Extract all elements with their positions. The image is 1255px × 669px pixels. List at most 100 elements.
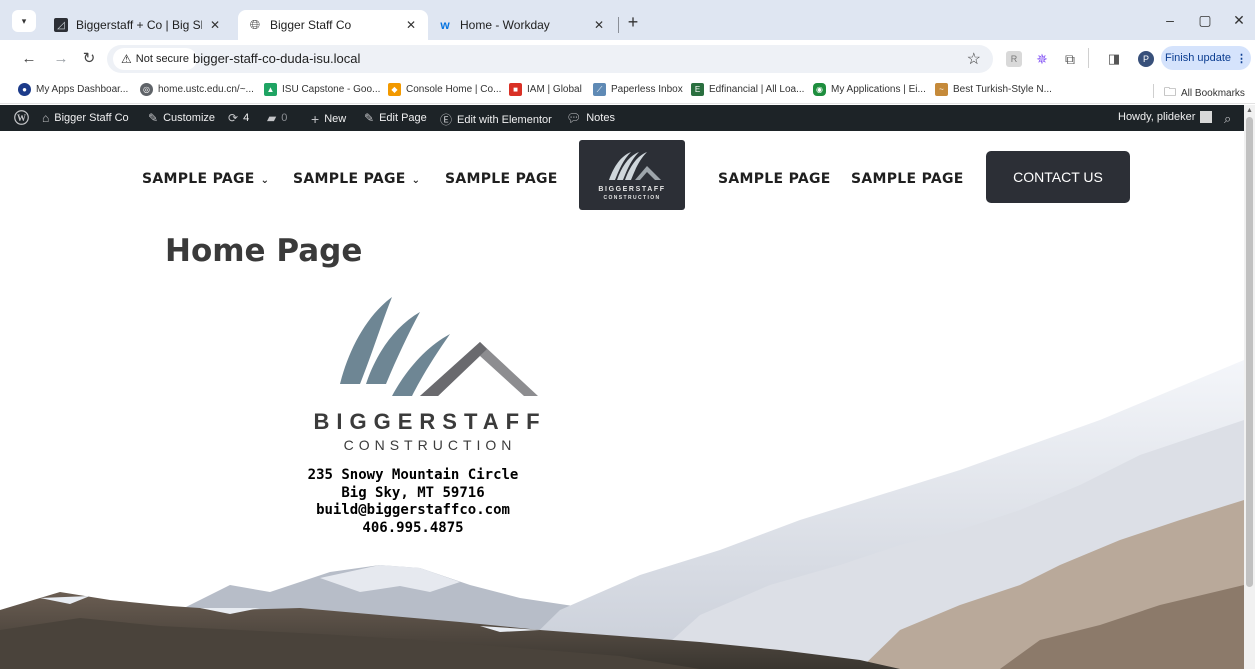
bookmark-best-turkish[interactable]: ~ Best Turkish-Style N... — [935, 83, 1052, 96]
globe-icon: 🌐︎ — [249, 17, 261, 32]
nav-label: SAMPLE PAGE — [445, 171, 558, 187]
back-arrow-icon[interactable]: ← — [20, 51, 38, 67]
all-bookmarks-button[interactable]: 🗀︎ All Bookmarks — [1164, 83, 1245, 104]
mountain-stripes-icon — [609, 152, 661, 180]
bookmark-console-home[interactable]: ◆ Console Home | Co... — [388, 83, 501, 96]
admin-notes[interactable]: 💬︎ Notes — [566, 111, 615, 125]
page-title: Home Page — [165, 233, 363, 269]
bookmark-label: Console Home | Co... — [406, 84, 502, 95]
bookmark-label: Best Turkish-Style N... — [953, 84, 1052, 95]
tab-title: Bigger Staff Co — [270, 18, 352, 32]
bookmark-isu-capstone[interactable]: ▲ ISU Capstone - Goo... — [264, 83, 380, 96]
folder-icon: 🗀︎ — [1164, 85, 1177, 99]
admin-edit-elementor[interactable]: Ⓔ Edit with Elementor — [440, 111, 552, 128]
contact-us-button[interactable]: CONTACT US — [986, 151, 1130, 203]
security-label: Not secure — [135, 53, 189, 65]
bookmarks-bar: ● My Apps Dashboar... ◎ home.ustc.edu.cn… — [0, 78, 1255, 104]
kebab-menu-icon: ⋮ — [1236, 52, 1248, 65]
wp-admin-bar: W ⌂ Bigger Staff Co ✎ Customize ⟳ 4 ▰ 0 … — [0, 105, 1255, 131]
admin-comments[interactable]: ▰ 0 — [267, 111, 287, 125]
minimize-button[interactable]: – — [1160, 12, 1180, 28]
tab-divider — [618, 17, 619, 33]
globe-icon: ◎ — [140, 83, 153, 96]
bookmark-label: Paperless Inbox — [611, 84, 683, 95]
admin-search[interactable]: ⌕ — [1224, 111, 1231, 127]
close-icon[interactable]: ✕ — [208, 18, 222, 32]
admin-site-link[interactable]: ⌂ Bigger Staff Co — [42, 111, 129, 125]
logo-wordmark: BIGGERSTAFF — [598, 186, 666, 193]
bookmarks-divider — [1153, 84, 1154, 98]
applications-icon: ◉ — [813, 83, 826, 96]
admin-account[interactable]: Howdy, plideker — [1118, 111, 1213, 123]
bookmark-edfinancial[interactable]: E Edfinancial | All Loa... — [691, 83, 804, 96]
bookmark-label: ISU Capstone - Goo... — [282, 84, 381, 95]
admin-new[interactable]: + New — [311, 111, 346, 127]
site-name: Bigger Staff Co — [54, 112, 129, 124]
bookmark-star-icon[interactable]: ☆ — [967, 49, 981, 69]
profile-avatar[interactable]: P — [1138, 51, 1154, 67]
side-panel-icon[interactable]: ◨ — [1106, 51, 1122, 67]
nav-label: SAMPLE PAGE — [718, 171, 831, 187]
close-icon[interactable]: ✕ — [404, 18, 418, 32]
nav-sample-page-2[interactable]: SAMPLE PAGE ⌄ — [293, 171, 420, 187]
edit-elementor-label: Edit with Elementor — [457, 113, 552, 126]
chevron-down-icon: ⌄ — [411, 175, 421, 186]
contact-address-block: 235 Snowy Mountain Circle Big Sky, MT 59… — [300, 467, 526, 537]
site-header: SAMPLE PAGE ⌄ SAMPLE PAGE ⌄ SAMPLE PAGE BI… — [0, 131, 1244, 211]
dashboard-icon: ⌂ — [42, 111, 50, 125]
email-link[interactable]: build@biggerstaffco.com — [300, 502, 526, 520]
mountain-background-image — [0, 360, 1244, 669]
admin-edit-page[interactable]: ✎ Edit Page — [364, 111, 427, 125]
bookmark-icon: ● — [18, 83, 31, 96]
bookmark-label: My Apps Dashboar... — [36, 84, 129, 95]
nav-label: SAMPLE PAGE — [851, 171, 964, 187]
new-label: New — [324, 113, 347, 125]
elementor-icon: Ⓔ — [440, 113, 453, 127]
security-chip[interactable]: ⚠ Not secure — [113, 48, 197, 70]
browser-tab-biggerstaff[interactable]: ◿ Biggerstaff + Co | Big Sky Mont ✕ — [44, 10, 232, 40]
speech-bubble-icon: 💬︎ — [566, 111, 582, 125]
restore-button[interactable]: ▢ — [1195, 12, 1215, 29]
address-line: 235 Snowy Mountain Circle — [307, 467, 519, 483]
nav-sample-page-5[interactable]: SAMPLE PAGE — [851, 171, 964, 187]
tab-title: Home - Workday — [460, 18, 550, 32]
scroll-thumb[interactable] — [1246, 117, 1253, 587]
browser-tab-workday[interactable]: w Home - Workday ✕ — [428, 10, 616, 40]
nav-label: SAMPLE PAGE — [142, 171, 255, 187]
finish-update-button[interactable]: Finish update ⋮ — [1161, 46, 1251, 70]
chevron-down-icon: ⌄ — [260, 175, 270, 186]
bookmark-iam-global[interactable]: ■ IAM | Global — [509, 83, 582, 96]
workday-icon: w — [440, 18, 450, 32]
bookmark-paperless-inbox[interactable]: ⟋ Paperless Inbox — [593, 83, 683, 96]
nav-sample-page-3[interactable]: SAMPLE PAGE — [445, 171, 558, 187]
scroll-up-arrow-icon[interactable]: ▲ — [1246, 107, 1253, 114]
close-icon[interactable]: ✕ — [592, 18, 606, 32]
admin-updates[interactable]: ⟳ 4 — [228, 111, 249, 125]
wordpress-logo-icon[interactable]: W — [14, 110, 29, 125]
pencil-icon: ✎ — [364, 111, 375, 125]
phone-number[interactable]: 406.995.4875 — [300, 520, 526, 538]
search-icon: ⌕ — [1224, 111, 1232, 126]
google-drive-icon: ▲ — [264, 83, 277, 96]
close-window-button[interactable]: ✕ — [1229, 12, 1249, 29]
address-bar[interactable]: ⚠ Not secure bigger-staff-co-duda-isu.lo… — [107, 45, 993, 73]
tab-search-button[interactable]: ▾ — [12, 10, 36, 32]
bookmark-my-applications[interactable]: ◉ My Applications | Ei... — [813, 83, 926, 96]
extension-puzzle-star-icon[interactable]: ✵ — [1034, 51, 1050, 67]
bookmark-home-ustc[interactable]: ◎ home.ustc.edu.cn/~... — [140, 83, 254, 96]
nav-sample-page-4[interactable]: SAMPLE PAGE — [718, 171, 831, 187]
reload-icon[interactable]: ↻ — [80, 51, 98, 67]
new-tab-button[interactable]: + — [624, 12, 642, 33]
page-scrollbar[interactable]: ▲ — [1244, 105, 1255, 669]
url-text[interactable]: bigger-staff-co-duda-isu.local — [193, 51, 360, 66]
extension-icon[interactable]: R — [1006, 51, 1022, 67]
nav-sample-page-1[interactable]: SAMPLE PAGE ⌄ — [142, 171, 269, 187]
admin-customize[interactable]: ✎ Customize — [148, 111, 215, 125]
browser-toolbar: ← → ↻ ⚠ Not secure bigger-staff-co-duda-… — [0, 40, 1255, 78]
bookmark-label: My Applications | Ei... — [831, 84, 926, 95]
site-logo[interactable]: BIGGERSTAFF CONSTRUCTION — [579, 140, 685, 210]
extensions-puzzle-icon[interactable]: ⧉ — [1062, 51, 1078, 67]
browser-tab-bigger-staff-co[interactable]: 🌐︎ Bigger Staff Co ✕ — [238, 10, 428, 40]
forward-arrow-icon[interactable]: → — [52, 51, 70, 67]
bookmark-my-apps[interactable]: ● My Apps Dashboar... — [18, 83, 128, 96]
